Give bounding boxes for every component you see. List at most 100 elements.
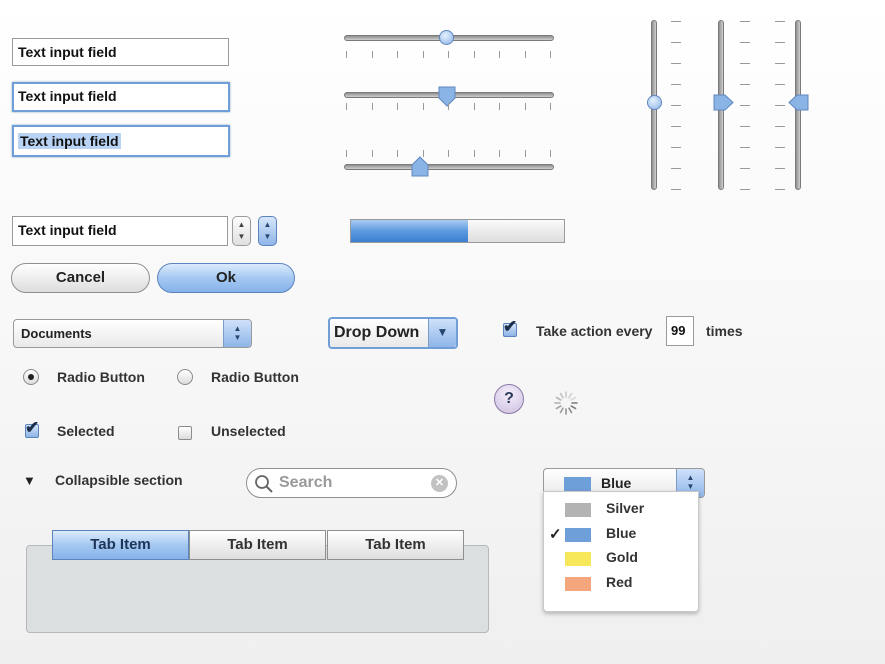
color-menu-item-silver[interactable]: Silver <box>544 497 696 521</box>
color-swatch <box>565 576 591 591</box>
stepper-1[interactable]: ▲ ▼ <box>232 216 251 246</box>
tab-item-2-label: Tab Item <box>227 536 288 553</box>
color-menu-item-red[interactable]: Red <box>544 571 696 595</box>
vertical-pointer-right[interactable] <box>713 94 735 111</box>
slider-tick <box>397 51 398 58</box>
vertical-slider-tick <box>740 21 750 22</box>
text-input-3-value: Text input field <box>18 133 121 149</box>
slider-pointer-down[interactable] <box>438 86 456 108</box>
vertical-slider-tick <box>740 168 750 169</box>
vertical-slider-tick <box>775 105 785 106</box>
help-icon: ? <box>504 390 514 407</box>
progress-fill <box>351 220 469 242</box>
vertical-slider-tick <box>740 63 750 64</box>
color-menu-item-gold[interactable]: Gold <box>544 546 696 570</box>
radio-button-selected[interactable] <box>23 369 39 385</box>
take-action-count-field[interactable]: 99 <box>666 316 694 346</box>
slider-tick <box>499 103 500 110</box>
vertical-slider-tick <box>775 42 785 43</box>
vertical-slider-tick <box>671 42 681 43</box>
color-menu-item-label: Blue <box>606 524 637 541</box>
text-input-1[interactable]: Text input field <box>12 38 229 66</box>
checkbox-label-selected: Selected <box>57 423 115 439</box>
slider-knob[interactable] <box>439 30 454 45</box>
slider-tick <box>499 51 500 58</box>
text-input-4[interactable]: Text input field <box>12 216 228 246</box>
spinner-icon <box>554 391 578 415</box>
vertical-slider-tick <box>740 42 750 43</box>
slider-tick <box>550 51 551 58</box>
vertical-slider-tick <box>671 63 681 64</box>
take-action-count-value: 99 <box>671 323 686 338</box>
vertical-slider-tick <box>740 189 750 190</box>
vertical-slider-tick <box>740 147 750 148</box>
checkbox-checkmark-icon: ✔ <box>25 418 40 437</box>
text-input-3[interactable]: Text input field <box>12 125 230 157</box>
help-button[interactable]: ? <box>494 384 524 414</box>
vertical-slider-tick <box>671 105 681 106</box>
menu-checkmark-icon: ✓ <box>549 525 562 543</box>
collapsible-section-label: Collapsible section <box>55 472 183 488</box>
color-popup-value: Blue <box>601 475 632 491</box>
slider-tick <box>346 150 347 157</box>
documents-popup[interactable]: Documents ▲ ▼ <box>13 319 252 348</box>
cancel-button[interactable]: Cancel <box>11 263 150 293</box>
search-field[interactable]: Search ✕ <box>246 468 457 498</box>
slider-tick <box>524 103 526 110</box>
take-action-label: Take action every <box>536 323 653 339</box>
vertical-pointer-left[interactable] <box>787 94 809 111</box>
slider-tick <box>422 103 424 110</box>
text-input-4-value: Text input field <box>18 222 117 238</box>
vertical-slider-tick <box>775 21 785 22</box>
documents-popup-value: Documents <box>21 326 92 341</box>
color-menu-item-label: Gold <box>606 549 638 565</box>
slider-tick <box>550 103 551 110</box>
radio-button-unselected[interactable] <box>177 369 193 385</box>
vertical-slider-tick <box>671 84 681 85</box>
text-input-2[interactable]: Text input field <box>12 82 230 112</box>
disclosure-triangle-icon[interactable]: ▼ <box>23 473 36 488</box>
vertical-slider-tick <box>671 189 681 190</box>
vertical-slider-tick <box>740 105 750 106</box>
tab-item-1[interactable]: Tab Item <box>52 530 189 560</box>
stepper-2[interactable]: ▲ ▼ <box>258 216 277 246</box>
vertical-slider-knob[interactable] <box>647 95 662 110</box>
color-menu-item-label: Red <box>606 573 633 590</box>
vertical-slider-tick <box>775 126 785 127</box>
search-placeholder: Search <box>279 474 333 491</box>
slider-tick <box>346 51 347 58</box>
search-icon <box>255 475 273 493</box>
slider-tick <box>371 51 373 58</box>
checkbox-label-unselected: Unselected <box>211 423 286 439</box>
checkbox-unselected[interactable] <box>178 426 192 440</box>
ok-button[interactable]: Ok <box>157 263 295 293</box>
slider-tick <box>448 150 449 157</box>
tab-item-3-label: Tab Item <box>365 536 426 553</box>
color-menu: Silver ✓ Blue Gold Red <box>543 491 699 612</box>
ok-button-label: Ok <box>215 269 236 286</box>
tab-item-3[interactable]: Tab Item <box>327 530 464 560</box>
dropdown-label: Drop Down <box>334 324 420 341</box>
vertical-slider-tick <box>671 147 681 148</box>
slider-tick <box>550 150 551 157</box>
vertical-slider-tick <box>671 21 681 22</box>
color-menu-item-label: Silver <box>606 500 645 516</box>
tab-item-1-label: Tab Item <box>90 536 151 553</box>
color-swatch <box>565 527 591 542</box>
tab-item-2[interactable]: Tab Item <box>189 530 326 560</box>
vertical-slider-tick <box>775 189 785 190</box>
vertical-slider-tick <box>740 126 750 127</box>
cancel-button-label: Cancel <box>55 269 106 286</box>
checkmark-icon: ✔ <box>503 317 518 336</box>
take-action-suffix: times <box>706 323 743 339</box>
dropdown-button[interactable]: Drop Down ▼ <box>328 317 458 349</box>
clear-icon[interactable]: ✕ <box>431 475 448 492</box>
slider-tick <box>448 103 449 110</box>
color-menu-item-blue[interactable]: ✓ Blue <box>544 522 696 546</box>
radio-label-1: Radio Button <box>57 369 145 385</box>
slider-tick <box>371 150 373 157</box>
slider-tick <box>473 51 475 58</box>
slider-tick <box>473 103 475 110</box>
vertical-slider-tick <box>775 84 785 85</box>
slider-pointer-up[interactable] <box>411 156 429 177</box>
